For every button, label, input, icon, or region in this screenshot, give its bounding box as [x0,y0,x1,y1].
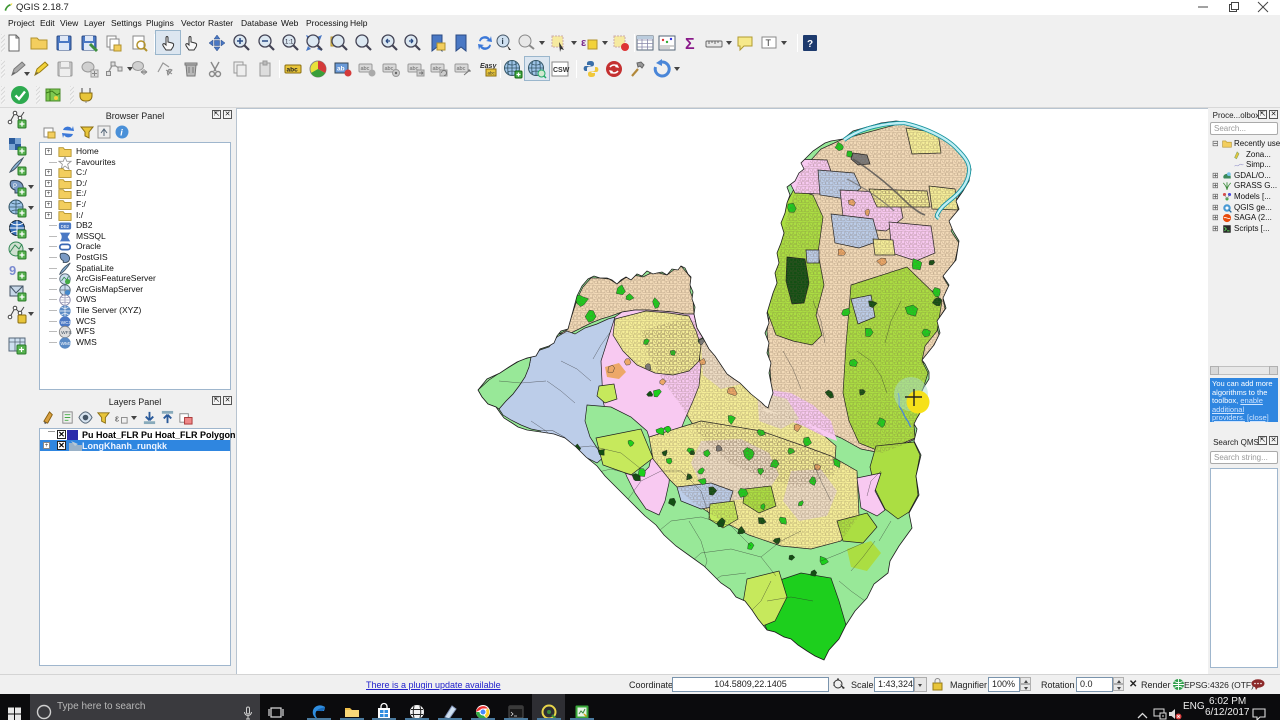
svg-text:P: P [13,184,17,190]
svg-text:abc: abc [361,66,370,72]
svg-text:ε: ε [115,413,119,423]
svg-text:ε: ε [581,37,587,49]
svg-text:abc: abc [488,71,496,76]
svg-text:WMS: WMS [60,341,72,347]
svg-text:i: i [502,37,504,46]
svg-text:abc: abc [287,67,299,74]
svg-text:1:1: 1:1 [285,40,294,46]
svg-text:9: 9 [9,263,16,278]
svg-text:T: T [766,38,772,48]
svg-text:DB2: DB2 [61,224,70,229]
svg-text:CSW: CSW [553,67,570,74]
svg-text:abc: abc [457,66,466,72]
svg-text:abc: abc [385,66,394,72]
svg-text:?: ? [807,39,813,50]
svg-text:ab: ab [337,66,345,73]
svg-text:Σ: Σ [685,36,695,53]
